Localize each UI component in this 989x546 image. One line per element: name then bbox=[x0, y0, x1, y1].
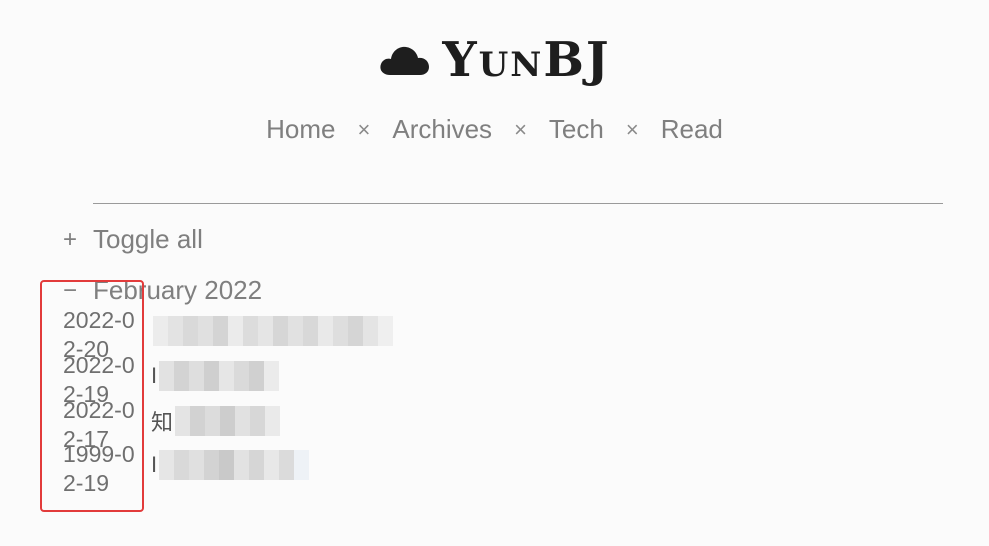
nav-home[interactable]: Home bbox=[266, 114, 335, 145]
nav-separator: × bbox=[625, 116, 639, 142]
post-title-link[interactable]: I bbox=[151, 450, 310, 480]
header-divider bbox=[93, 203, 943, 204]
plus-icon: + bbox=[63, 225, 78, 253]
post-title-glyph: I bbox=[151, 363, 158, 388]
blurred-title bbox=[159, 361, 280, 391]
nav-archives[interactable]: Archives bbox=[392, 114, 492, 145]
toggle-all-label: Toggle all bbox=[93, 224, 203, 254]
post-title-link[interactable]: I bbox=[151, 361, 280, 391]
post-title-glyph: I bbox=[151, 452, 158, 477]
site-brand[interactable]: YunBJ bbox=[0, 30, 989, 90]
post-title-link[interactable]: 知 bbox=[151, 406, 281, 436]
blurred-title bbox=[175, 406, 281, 436]
post-title-glyph: 知 bbox=[151, 410, 174, 435]
nav-tech[interactable]: Tech bbox=[549, 114, 604, 145]
site-title[interactable]: YunBJ bbox=[442, 30, 610, 90]
nav-separator: × bbox=[514, 116, 527, 142]
archive-page: YunBJ Home × Archives × Tech × Read + To… bbox=[0, 0, 989, 546]
nav-separator: × bbox=[357, 116, 371, 142]
main-nav: Home × Archives × Tech × Read bbox=[0, 114, 989, 145]
toggle-all-button[interactable]: + Toggle all bbox=[63, 224, 203, 255]
cloud-icon bbox=[380, 46, 430, 75]
highlight-box bbox=[40, 280, 144, 512]
post-title-link[interactable] bbox=[151, 316, 393, 346]
nav-read[interactable]: Read bbox=[661, 114, 723, 145]
blurred-title bbox=[159, 450, 310, 480]
blurred-title bbox=[153, 316, 393, 346]
